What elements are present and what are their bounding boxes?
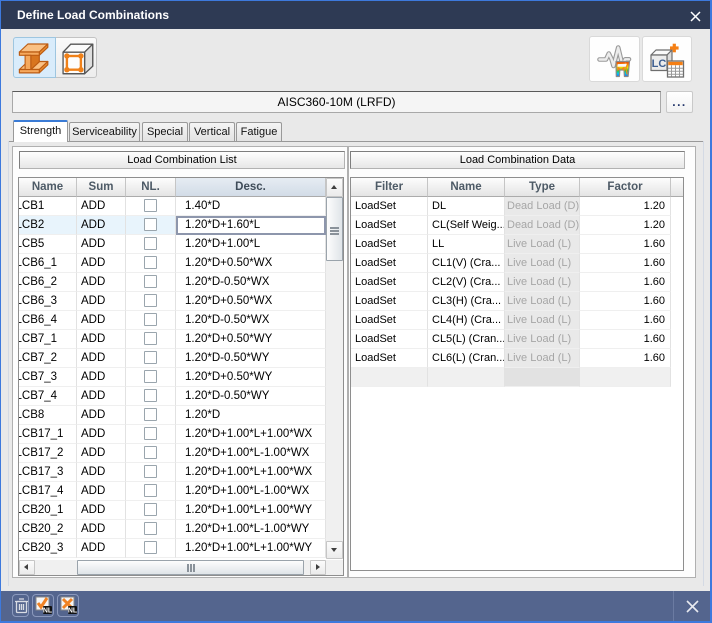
- svg-text:LC: LC: [652, 58, 667, 70]
- svg-text:NL: NL: [68, 608, 78, 615]
- svg-text:NL: NL: [43, 608, 53, 615]
